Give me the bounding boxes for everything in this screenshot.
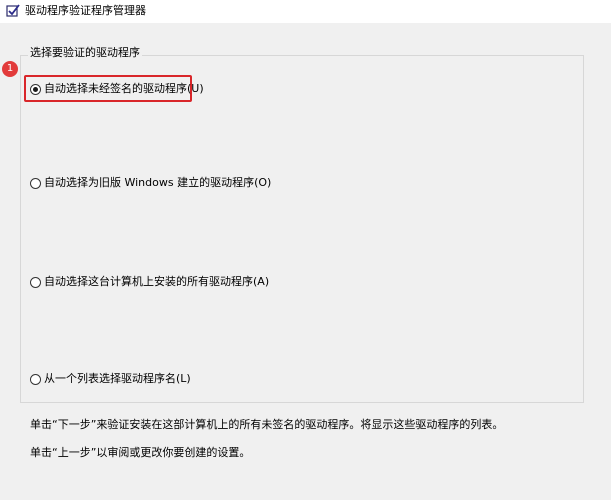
back-step-description: 单击“上一步”以审阅或更改你要创建的设置。 [30,446,251,459]
radio-label: 从一个列表选择驱动程序名(L) [44,372,191,385]
title-bar: 驱动程序验证程序管理器 [0,0,611,23]
radio-all-installed-drivers[interactable]: 自动选择这台计算机上安装的所有驱动程序(A) [30,274,269,290]
radio-button[interactable] [30,276,41,288]
window-title: 驱动程序验证程序管理器 [25,4,146,17]
group-legend: 选择要验证的驱动程序 [28,46,142,60]
checkbox-app-icon [6,4,20,18]
driver-verifier-window: 驱动程序验证程序管理器 选择要验证的驱动程序 1 自动选择未经签名的驱动程序(U… [0,0,611,500]
radio-label: 自动选择未经签名的驱动程序(U) [44,82,204,95]
radio-legacy-windows-drivers[interactable]: 自动选择为旧版 Windows 建立的驱动程序(O) [30,175,271,191]
step-badge: 1 [2,61,18,77]
radio-button-checked[interactable] [30,83,41,95]
radio-select-from-list[interactable]: 从一个列表选择驱动程序名(L) [30,371,191,387]
driver-selection-group [20,55,584,403]
radio-label: 自动选择为旧版 Windows 建立的驱动程序(O) [44,176,272,189]
next-step-description: 单击“下一步”来验证安装在这部计算机上的所有未签名的驱动程序。将显示这些驱动程序… [30,418,504,431]
radio-unsigned-drivers[interactable]: 自动选择未经签名的驱动程序(U) [30,81,204,97]
radio-button[interactable] [30,177,41,189]
radio-button[interactable] [30,373,41,385]
radio-label: 自动选择这台计算机上安装的所有驱动程序(A) [44,275,270,288]
